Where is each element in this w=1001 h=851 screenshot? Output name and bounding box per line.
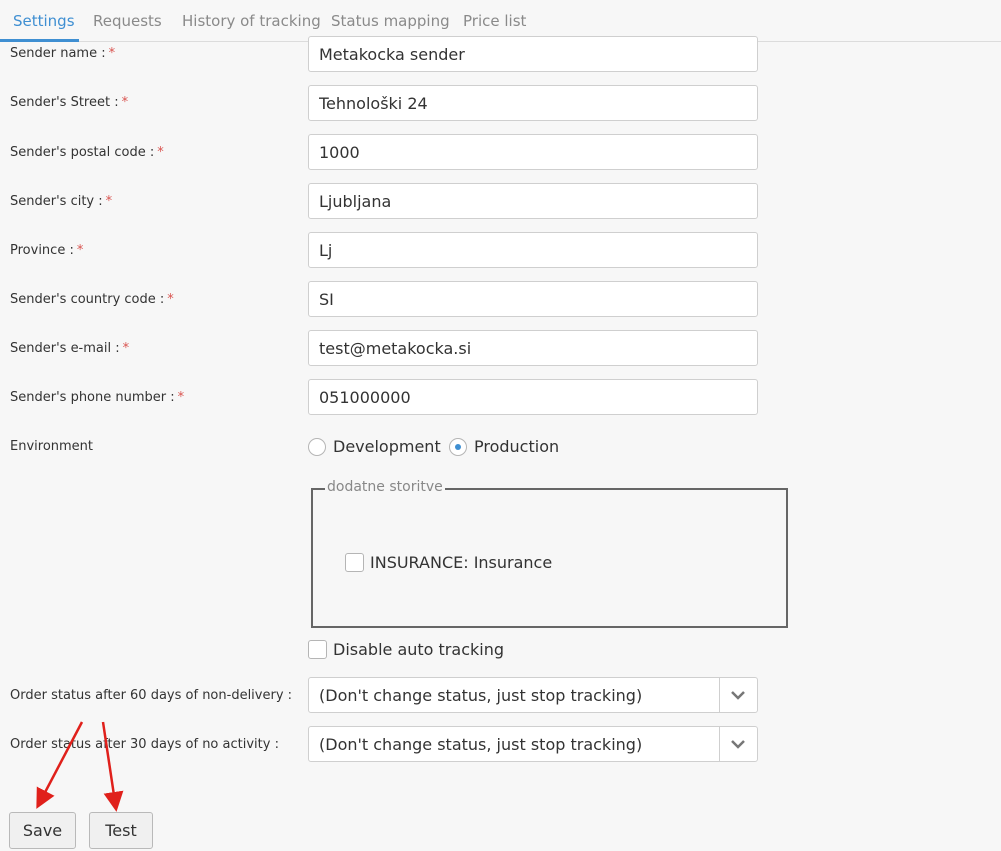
additional-services-fieldset: dodatne storitve INSURANCE: Insurance [311, 479, 788, 628]
production-radio-label[interactable]: Production [474, 437, 559, 456]
status-30-days-value: (Don't change status, just stop tracking… [319, 735, 643, 754]
status-30-days-select[interactable]: (Don't change status, just stop tracking… [308, 726, 758, 762]
status-60-days-select[interactable]: (Don't change status, just stop tracking… [308, 677, 758, 713]
sender-city-input[interactable] [308, 183, 758, 219]
tab-requests[interactable]: Requests [93, 12, 162, 30]
arrow-to-test [101, 721, 124, 812]
disable-auto-tracking-label[interactable]: Disable auto tracking [333, 640, 504, 659]
sender-email-input[interactable] [308, 330, 758, 366]
province-label: Province : * [10, 243, 84, 258]
sender-phone-label: Sender's phone number : * [10, 390, 185, 405]
status-60-days-value: (Don't change status, just stop tracking… [319, 686, 643, 705]
chevron-down-icon[interactable] [729, 735, 747, 753]
sender-postal-code-label: Sender's postal code : * [10, 145, 164, 160]
province-input[interactable] [308, 232, 758, 268]
select-divider [719, 727, 720, 761]
sender-name-input[interactable] [308, 36, 758, 72]
status-30-days-label: Order status after 30 days of no activit… [10, 737, 279, 752]
insurance-checkbox-label[interactable]: INSURANCE: Insurance [370, 553, 552, 572]
save-button[interactable]: Save [9, 812, 76, 849]
tab-status-mapping[interactable]: Status mapping [331, 12, 450, 30]
sender-name-label: Sender name : * [10, 46, 116, 61]
sender-street-input[interactable] [308, 85, 758, 121]
tab-price-list[interactable]: Price list [463, 12, 526, 30]
status-60-days-label: Order status after 60 days of non-delive… [10, 688, 293, 703]
production-radio[interactable] [449, 438, 467, 456]
tab-settings[interactable]: Settings [13, 12, 75, 30]
sender-phone-input[interactable] [308, 379, 758, 415]
sender-postal-code-input[interactable] [308, 134, 758, 170]
test-button[interactable]: Test [89, 812, 153, 849]
development-radio[interactable] [308, 438, 326, 456]
environment-label: Environment [10, 439, 94, 454]
sender-country-code-label: Sender's country code : * [10, 292, 174, 307]
active-tab-indicator [0, 39, 79, 42]
annotation-arrows [36, 721, 124, 812]
sender-city-label: Sender's city : * [10, 194, 113, 209]
disable-auto-tracking-checkbox[interactable] [308, 640, 327, 659]
development-radio-label[interactable]: Development [333, 437, 441, 456]
select-divider [719, 678, 720, 712]
tab-history-of-tracking[interactable]: History of tracking [182, 12, 321, 30]
sender-country-code-input[interactable] [308, 281, 758, 317]
chevron-down-icon[interactable] [729, 686, 747, 704]
sender-street-label: Sender's Street : * [10, 95, 129, 110]
arrow-to-save [36, 721, 84, 809]
insurance-checkbox[interactable] [345, 553, 364, 572]
additional-services-legend: dodatne storitve [325, 479, 445, 495]
sender-email-label: Sender's e-mail : * [10, 341, 130, 356]
